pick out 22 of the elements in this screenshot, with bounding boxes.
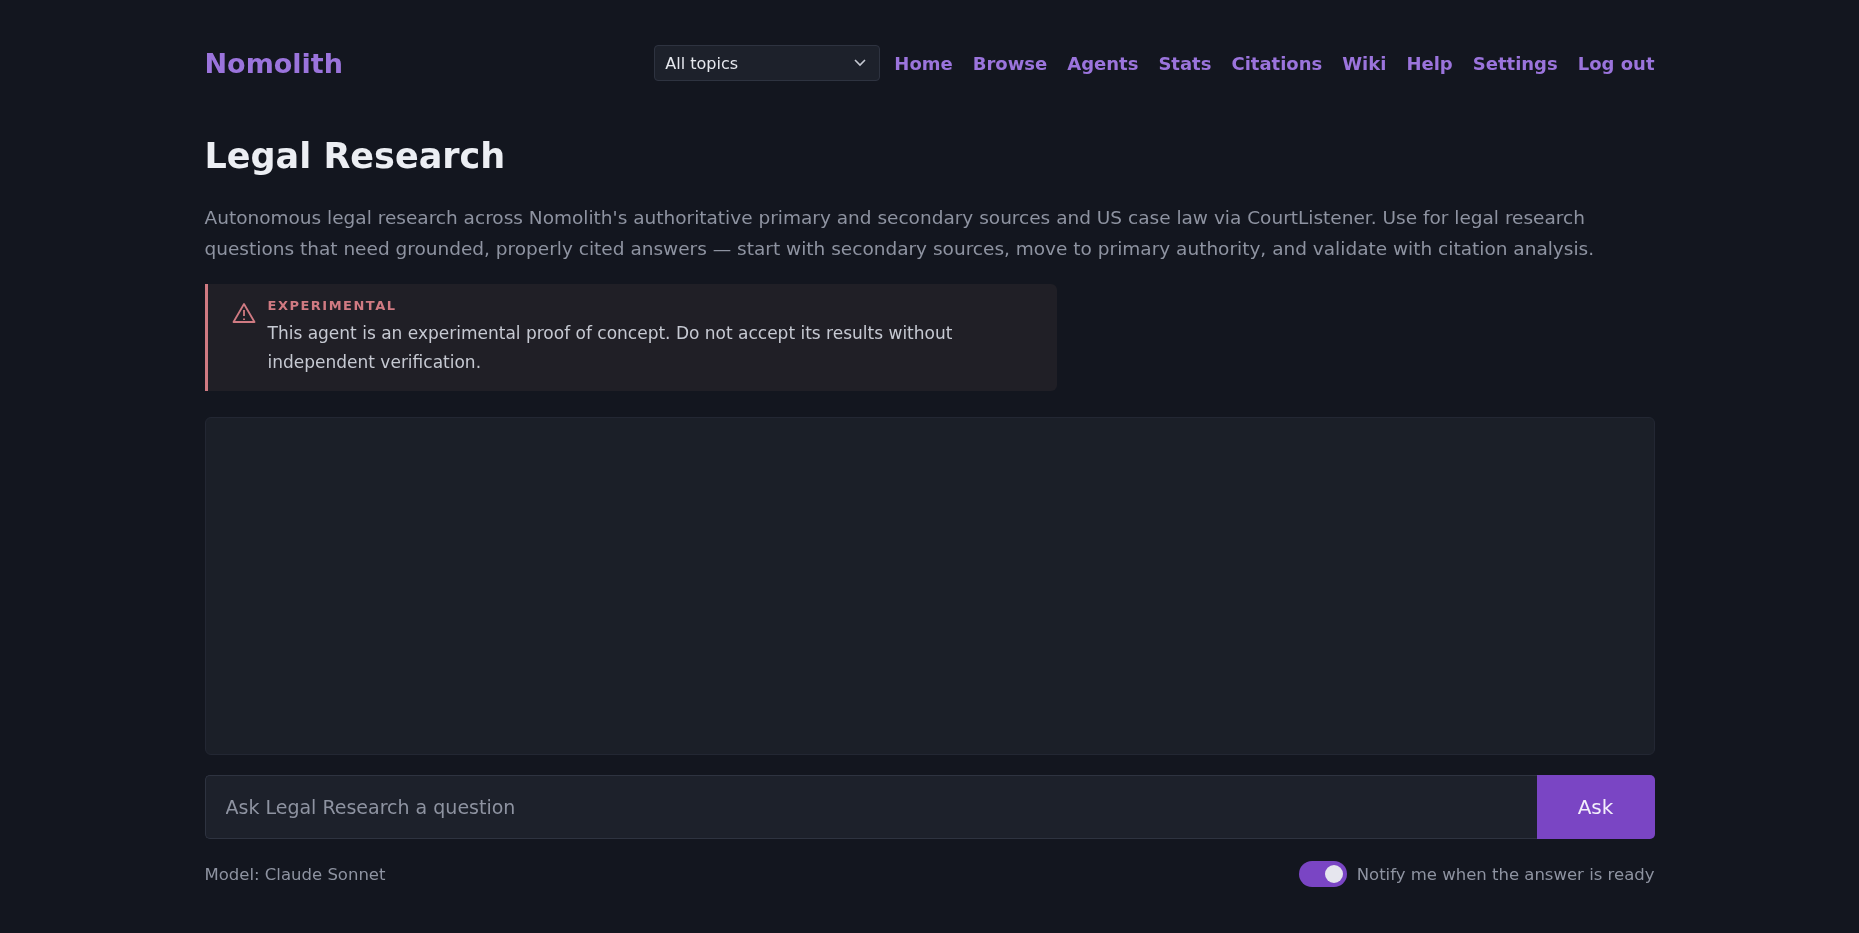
question-field[interactable]: Ask Legal Research a question [204, 775, 1537, 839]
notify-toggle[interactable] [1298, 861, 1347, 887]
nav-link[interactable]: Home [894, 52, 953, 74]
nav-link[interactable]: Help [1406, 52, 1453, 74]
chevron-down-icon [853, 58, 868, 68]
nav-link[interactable]: Browse [972, 52, 1048, 74]
model-label: Model: Claude Sonnet [204, 864, 386, 884]
description: Autonomous legal research across Nomolith's authoritative primary and secondary sources and US case law via CourtListener. Use for legal research questions that need grounded, properly cited answers — start with secondary sources, move to primary authority, and validate with citation analysis. [204, 206, 1596, 261]
notify-label: Notify me when the answer is ready [1356, 864, 1655, 884]
nav-link[interactable]: Agents [1067, 52, 1139, 74]
warning-text: This agent is an experimental proof of concept. Do not accept its results without independent verification. [267, 322, 954, 374]
logo[interactable]: Nomolith [204, 47, 343, 79]
warning-heading: EXPERIMENTAL [267, 298, 398, 313]
nav-link[interactable]: Citations [1231, 52, 1323, 74]
nav-link[interactable]: Wiki [1342, 52, 1387, 74]
warning-icon [231, 302, 256, 324]
nav-link[interactable]: Stats [1158, 52, 1212, 74]
nav-link[interactable]: Settings [1472, 52, 1558, 74]
ask-button[interactable]: Ask [1536, 775, 1655, 839]
topic-select[interactable]: All topics [654, 45, 881, 81]
nav-link[interactable]: Log out [1577, 52, 1655, 74]
page-title: Legal Research [204, 136, 507, 176]
